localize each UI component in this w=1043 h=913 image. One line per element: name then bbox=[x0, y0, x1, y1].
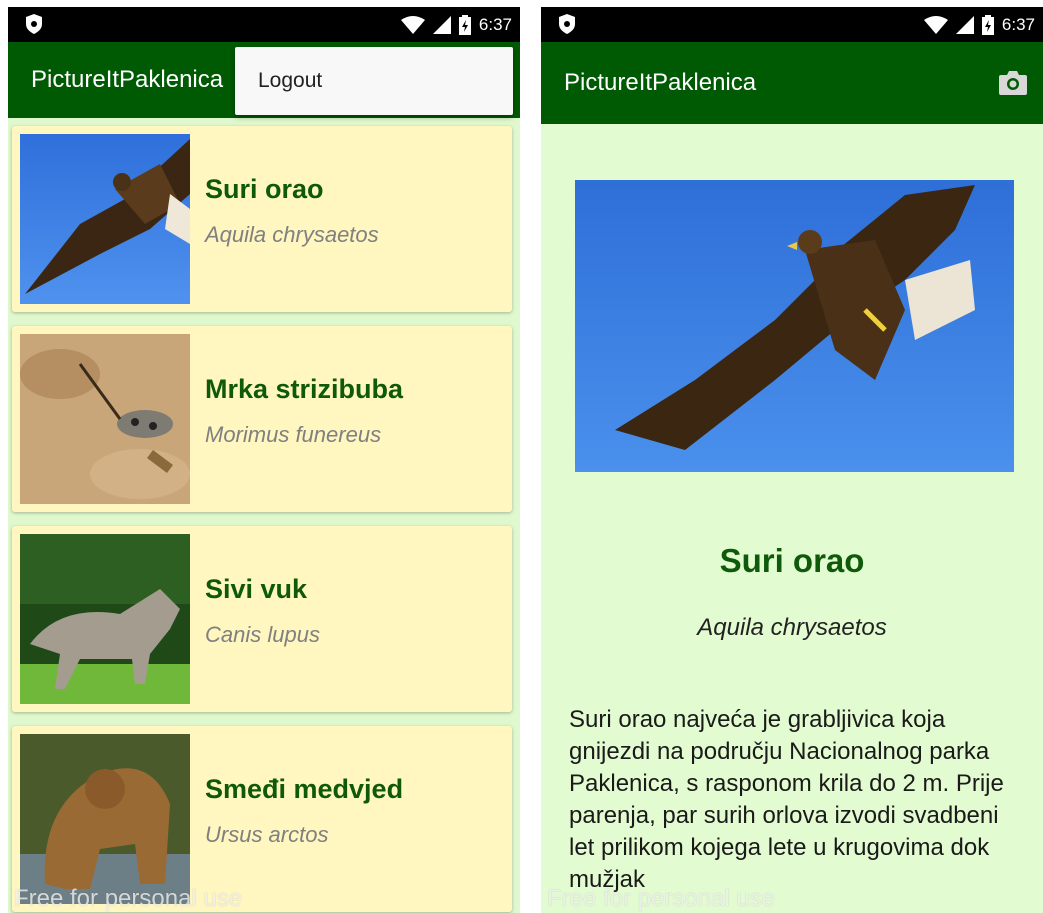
beetle-image bbox=[20, 334, 190, 504]
eagle-image bbox=[575, 180, 1014, 472]
species-latin-name: Morimus funereus bbox=[205, 422, 382, 447]
list-item-sivi-vuk[interactable]: Sivi vuk Canis lupus bbox=[12, 526, 512, 712]
species-latin-name: Canis lupus bbox=[205, 622, 320, 647]
list-screen: 6:37 PictureItPaklenica Suri orao Aquila… bbox=[8, 7, 520, 913]
battery-icon bbox=[458, 14, 471, 35]
eagle-image bbox=[20, 134, 190, 304]
overflow-menu: Logout bbox=[235, 47, 513, 115]
species-thumbnail bbox=[20, 334, 190, 504]
list-item-suri-orao[interactable]: Suri orao Aquila chrysaetos bbox=[12, 126, 512, 312]
species-name: Suri orao bbox=[205, 174, 324, 204]
bear-image bbox=[20, 734, 190, 904]
detail-screen: 6:37 PictureItPaklenica Suri orao Aquila… bbox=[541, 7, 1043, 913]
species-hero-image bbox=[575, 180, 1014, 472]
wolf-image bbox=[20, 534, 190, 704]
list-item-mrka-strizibuba[interactable]: Mrka strizibuba Morimus funereus bbox=[12, 326, 512, 512]
logout-menu-item[interactable]: Logout bbox=[258, 69, 322, 93]
status-time: 6:37 bbox=[1001, 14, 1035, 34]
wifi-icon bbox=[923, 15, 948, 34]
status-time: 6:37 bbox=[478, 14, 512, 34]
species-thumbnail bbox=[20, 534, 190, 704]
watermark: Free for personal use bbox=[547, 885, 776, 912]
app-title: PictureItPaklenica bbox=[31, 66, 224, 93]
species-thumbnail bbox=[20, 134, 190, 304]
app-bar: PictureItPaklenica bbox=[541, 42, 1043, 124]
app-shield-icon bbox=[26, 14, 42, 34]
app-title: PictureItPaklenica bbox=[564, 69, 757, 96]
detail-species-latin-name: Aquila chrysaetos bbox=[697, 614, 887, 641]
watermark: Free for personal use bbox=[14, 885, 243, 912]
species-latin-name: Ursus arctos bbox=[205, 822, 329, 847]
app-shield-icon bbox=[559, 14, 575, 34]
signal-icon bbox=[432, 15, 451, 34]
detail-species-name: Suri orao bbox=[719, 542, 865, 579]
species-name: Mrka strizibuba bbox=[205, 374, 404, 404]
status-bar: 6:37 bbox=[541, 7, 1043, 42]
species-name: Smeđi medvjed bbox=[205, 774, 404, 804]
signal-icon bbox=[955, 15, 974, 34]
battery-icon bbox=[981, 14, 994, 35]
species-thumbnail bbox=[20, 734, 190, 904]
camera-icon[interactable] bbox=[999, 69, 1027, 95]
species-name: Sivi vuk bbox=[205, 574, 308, 604]
wifi-icon bbox=[400, 15, 425, 34]
detail-description: Suri orao najveća je grabljivica koja gn… bbox=[569, 706, 1004, 893]
status-bar: 6:37 bbox=[8, 7, 520, 42]
species-latin-name: Aquila chrysaetos bbox=[205, 222, 379, 247]
